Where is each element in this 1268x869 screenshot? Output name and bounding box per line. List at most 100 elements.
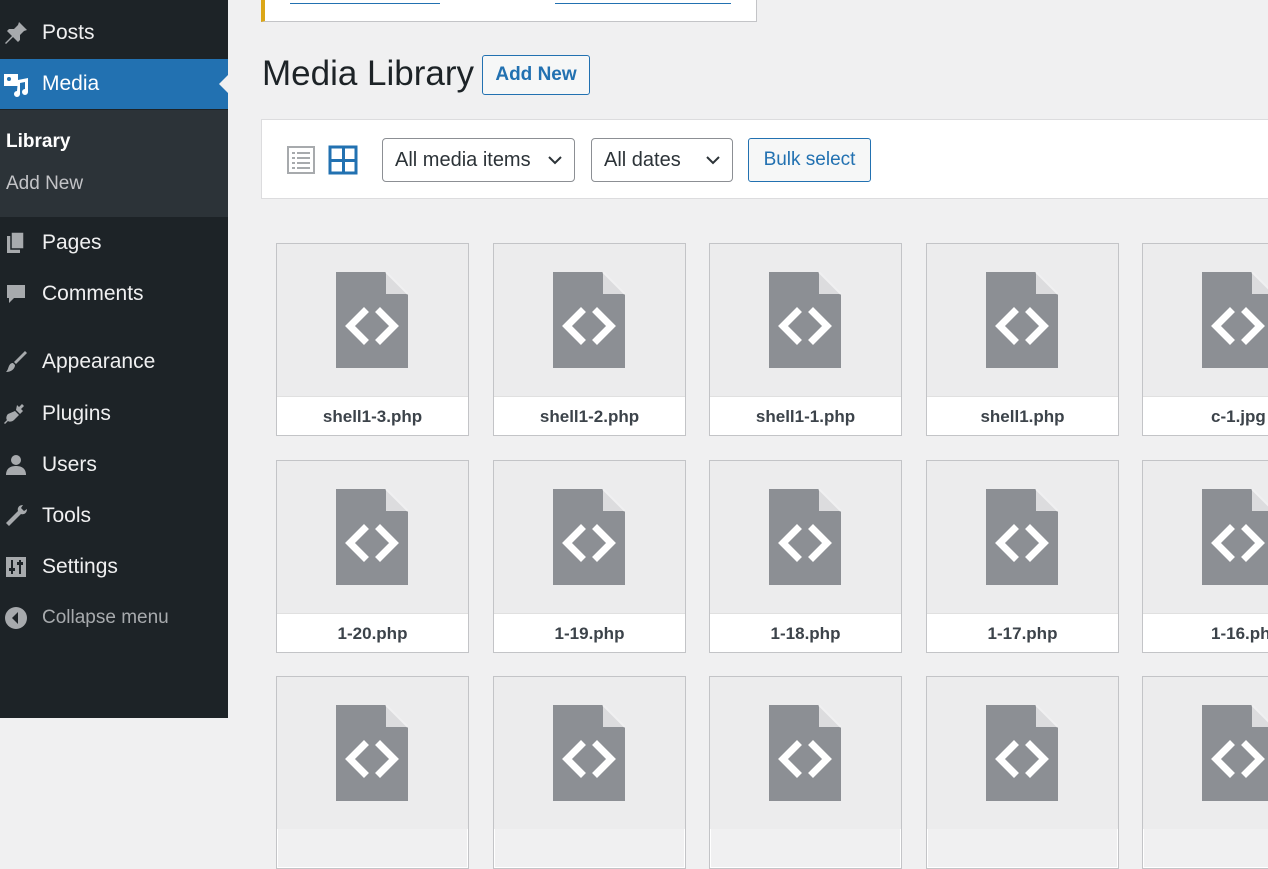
menu-item-pages[interactable]: Pages xyxy=(0,220,228,266)
media-filename: 1-18.php xyxy=(710,613,901,652)
menu-item-settings[interactable]: Settings xyxy=(0,544,228,590)
menu-label-posts: Posts xyxy=(42,21,95,44)
media-filename: 1-20.php xyxy=(277,613,468,652)
media-item[interactable] xyxy=(926,676,1119,869)
notice-link[interactable] xyxy=(290,0,440,4)
media-type-filter[interactable]: All media items xyxy=(382,138,575,182)
submenu-library[interactable]: Library xyxy=(6,131,70,153)
media-item[interactable]: c-1.jpg xyxy=(1142,243,1268,436)
media-toolbar: All media items All dates Bulk select xyxy=(261,119,1268,199)
code-file-icon xyxy=(986,271,1059,368)
collapse-menu-button[interactable]: Collapse menu xyxy=(0,595,228,641)
media-thumbnail xyxy=(1143,244,1268,396)
plug-icon xyxy=(2,400,30,428)
media-filename: shell1-3.php xyxy=(277,396,468,435)
media-type-filter-value: All media items xyxy=(395,148,531,171)
menu-label-comments: Comments xyxy=(42,282,144,305)
media-thumbnail xyxy=(710,244,901,396)
user-icon xyxy=(2,451,30,479)
code-file-icon xyxy=(986,488,1059,585)
media-item[interactable]: shell1-2.php xyxy=(493,243,686,436)
media-thumbnail xyxy=(710,461,901,613)
media-filename: shell1-2.php xyxy=(494,396,685,435)
chevron-down-icon xyxy=(706,156,720,165)
media-item[interactable] xyxy=(276,676,469,869)
menu-label-plugins: Plugins xyxy=(42,402,111,425)
media-thumbnail xyxy=(1143,461,1268,613)
code-file-icon xyxy=(1202,704,1268,801)
menu-label-media: Media xyxy=(42,72,100,95)
media-filename: c-1.jpg xyxy=(1143,396,1268,435)
bulk-select-button[interactable]: Bulk select xyxy=(748,138,871,182)
media-thumbnail xyxy=(494,244,685,396)
code-file-icon xyxy=(769,271,842,368)
menu-item-plugins[interactable]: Plugins xyxy=(0,391,228,437)
media-thumbnail xyxy=(927,677,1118,829)
collapse-arrow-icon xyxy=(2,604,30,632)
add-new-button[interactable]: Add New xyxy=(482,55,590,95)
comments-icon xyxy=(2,280,30,308)
chevron-down-icon xyxy=(548,156,562,165)
date-filter[interactable]: All dates xyxy=(591,138,733,182)
menu-item-comments[interactable]: Comments xyxy=(0,271,228,317)
media-thumbnail xyxy=(710,677,901,829)
sliders-icon xyxy=(2,553,30,581)
media-thumbnail xyxy=(927,461,1118,613)
menu-item-posts[interactable]: Posts xyxy=(0,10,228,56)
pages-icon xyxy=(2,229,30,257)
menu-item-media[interactable]: Media xyxy=(0,59,228,109)
pin-icon xyxy=(2,19,30,47)
media-item[interactable]: 1-17.php xyxy=(926,460,1119,653)
media-thumbnail xyxy=(494,677,685,829)
media-item[interactable]: 1-20.php xyxy=(276,460,469,653)
menu-item-appearance[interactable]: Appearance xyxy=(0,339,228,385)
media-filename: shell1-1.php xyxy=(710,396,901,435)
menu-item-users[interactable]: Users xyxy=(0,442,228,488)
media-item[interactable]: shell1.php xyxy=(926,243,1119,436)
media-item[interactable]: shell1-1.php xyxy=(709,243,902,436)
media-item[interactable] xyxy=(709,676,902,869)
media-item[interactable] xyxy=(1142,676,1268,869)
media-item[interactable] xyxy=(493,676,686,869)
code-file-icon xyxy=(336,488,409,585)
menu-label-pages: Pages xyxy=(42,231,102,254)
collapse-menu-label: Collapse menu xyxy=(42,607,169,628)
media-icon xyxy=(2,70,30,98)
date-filter-value: All dates xyxy=(604,148,681,171)
media-item[interactable]: 1-16.php xyxy=(1142,460,1268,653)
code-file-icon xyxy=(769,488,842,585)
code-file-icon xyxy=(553,271,626,368)
menu-label-settings: Settings xyxy=(42,555,118,578)
media-submenu: Library Add New xyxy=(0,110,228,217)
media-filename: 1-16.php xyxy=(1143,613,1268,652)
menu-label-appearance: Appearance xyxy=(42,350,156,373)
admin-sidebar: Posts Media Library Add New Pages Commen… xyxy=(0,0,228,718)
media-thumbnail xyxy=(927,244,1118,396)
code-file-icon xyxy=(1202,271,1268,368)
list-view-icon[interactable] xyxy=(286,145,316,175)
notice-link[interactable] xyxy=(555,0,731,4)
media-thumbnail xyxy=(277,677,468,829)
code-file-icon xyxy=(553,704,626,801)
media-item[interactable]: 1-19.php xyxy=(493,460,686,653)
menu-label-users: Users xyxy=(42,453,97,476)
media-item[interactable]: 1-18.php xyxy=(709,460,902,653)
media-thumbnail xyxy=(1143,677,1268,829)
menu-item-tools[interactable]: Tools xyxy=(0,493,228,539)
media-filename: shell1.php xyxy=(927,396,1118,435)
media-thumbnail xyxy=(277,461,468,613)
media-item[interactable]: shell1-3.php xyxy=(276,243,469,436)
media-filename: 1-19.php xyxy=(494,613,685,652)
code-file-icon xyxy=(553,488,626,585)
media-thumbnail xyxy=(277,244,468,396)
submenu-add-new[interactable]: Add New xyxy=(6,173,83,195)
code-file-icon xyxy=(769,704,842,801)
page-title: Media Library xyxy=(262,54,475,93)
grid-view-icon[interactable] xyxy=(328,145,358,175)
code-file-icon xyxy=(336,271,409,368)
wrench-icon xyxy=(2,502,30,530)
code-file-icon xyxy=(1202,488,1268,585)
media-filename: 1-17.php xyxy=(927,613,1118,652)
admin-notice xyxy=(261,0,757,22)
code-file-icon xyxy=(336,704,409,801)
